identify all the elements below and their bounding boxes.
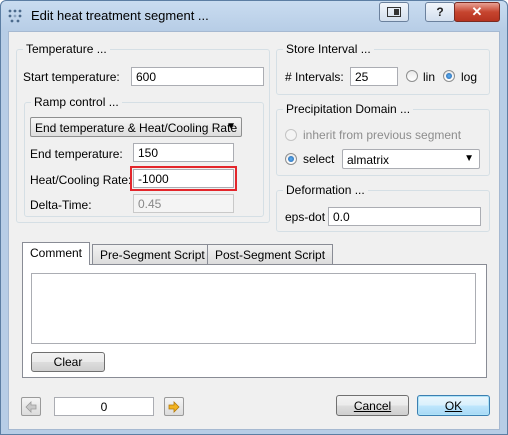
next-segment-button[interactable] bbox=[164, 397, 184, 416]
log-radio[interactable] bbox=[443, 70, 455, 82]
ramp-control-title: Ramp control ... bbox=[31, 95, 122, 109]
app-icon bbox=[8, 9, 22, 23]
help-button[interactable]: ? bbox=[425, 2, 455, 22]
start-temperature-input[interactable] bbox=[131, 67, 264, 86]
end-temperature-label: End temperature: bbox=[30, 147, 123, 161]
heat-cooling-rate-input[interactable] bbox=[130, 166, 237, 191]
dialog-client: Temperature ... Start temperature: Ramp … bbox=[8, 31, 500, 430]
restore-icon bbox=[387, 7, 401, 17]
tab-post-segment-script[interactable]: Post-Segment Script bbox=[207, 244, 334, 264]
ok-button-label: OK bbox=[444, 398, 463, 413]
deformation-title: Deformation ... bbox=[283, 183, 368, 197]
inherit-radio bbox=[285, 129, 297, 141]
ramp-control-group: Ramp control ... End temperature & Heat/… bbox=[24, 95, 264, 217]
close-button[interactable]: ✕ bbox=[454, 2, 500, 22]
ramp-mode-value: End temperature & Heat/Cooling Rate bbox=[35, 121, 238, 135]
lin-label: lin bbox=[423, 70, 436, 84]
domain-select[interactable]: almatrix ▼ bbox=[342, 149, 480, 169]
arrow-left-icon bbox=[25, 400, 37, 413]
start-temperature-label: Start temperature: bbox=[23, 70, 120, 84]
select-label: select bbox=[303, 152, 335, 166]
ok-button[interactable]: OK bbox=[417, 395, 490, 416]
comment-panel: Clear bbox=[22, 264, 487, 378]
title-bar[interactable]: Edit heat treatment segment ... ? ✕ bbox=[1, 1, 507, 31]
tab-comment[interactable]: Comment bbox=[22, 242, 91, 265]
intervals-label: # Intervals: bbox=[285, 70, 344, 84]
segment-index-input[interactable] bbox=[54, 397, 154, 416]
window-title: Edit heat treatment segment ... bbox=[31, 8, 209, 23]
deformation-group: Deformation ... eps-dot bbox=[276, 183, 490, 232]
comment-textarea[interactable] bbox=[31, 273, 476, 344]
eps-dot-input[interactable] bbox=[328, 207, 481, 226]
dialog-window: Edit heat treatment segment ... ? ✕ Temp… bbox=[0, 0, 508, 435]
restore-button[interactable] bbox=[379, 2, 409, 22]
help-icon: ? bbox=[436, 5, 444, 19]
previous-segment-button[interactable] bbox=[21, 397, 41, 416]
domain-value: almatrix bbox=[347, 153, 390, 167]
inherit-label: inherit from previous segment bbox=[303, 128, 462, 142]
select-radio[interactable] bbox=[285, 153, 297, 165]
heat-cooling-rate-label: Heat/Cooling Rate: bbox=[30, 173, 132, 187]
delta-time-label: Delta-Time: bbox=[30, 198, 92, 212]
chevron-down-icon: ▼ bbox=[226, 121, 236, 132]
close-icon: ✕ bbox=[471, 4, 483, 19]
ramp-mode-select[interactable]: End temperature & Heat/Cooling Rate ▼ bbox=[30, 117, 242, 137]
arrow-right-icon bbox=[168, 400, 180, 413]
tab-pre-segment-script[interactable]: Pre-Segment Script bbox=[92, 244, 213, 264]
temperature-group-title: Temperature ... bbox=[23, 42, 110, 56]
eps-dot-label: eps-dot bbox=[285, 210, 326, 224]
log-label: log bbox=[461, 70, 478, 84]
precipitation-domain-group: Precipitation Domain ... inherit from pr… bbox=[276, 102, 490, 176]
precipitation-domain-title: Precipitation Domain ... bbox=[283, 102, 414, 116]
cancel-button-label: Cancel bbox=[353, 398, 392, 413]
end-temperature-input[interactable] bbox=[133, 143, 234, 162]
chevron-down-icon: ▼ bbox=[464, 153, 474, 164]
intervals-input[interactable] bbox=[350, 67, 398, 86]
delta-time-input bbox=[133, 194, 234, 213]
cancel-button[interactable]: Cancel bbox=[336, 395, 409, 416]
clear-button[interactable]: Clear bbox=[31, 352, 105, 372]
store-interval-group: Store Interval ... # Intervals: lin log bbox=[276, 42, 490, 95]
temperature-group: Temperature ... Start temperature: Ramp … bbox=[16, 42, 270, 223]
store-interval-title: Store Interval ... bbox=[283, 42, 374, 56]
lin-radio[interactable] bbox=[406, 70, 418, 82]
